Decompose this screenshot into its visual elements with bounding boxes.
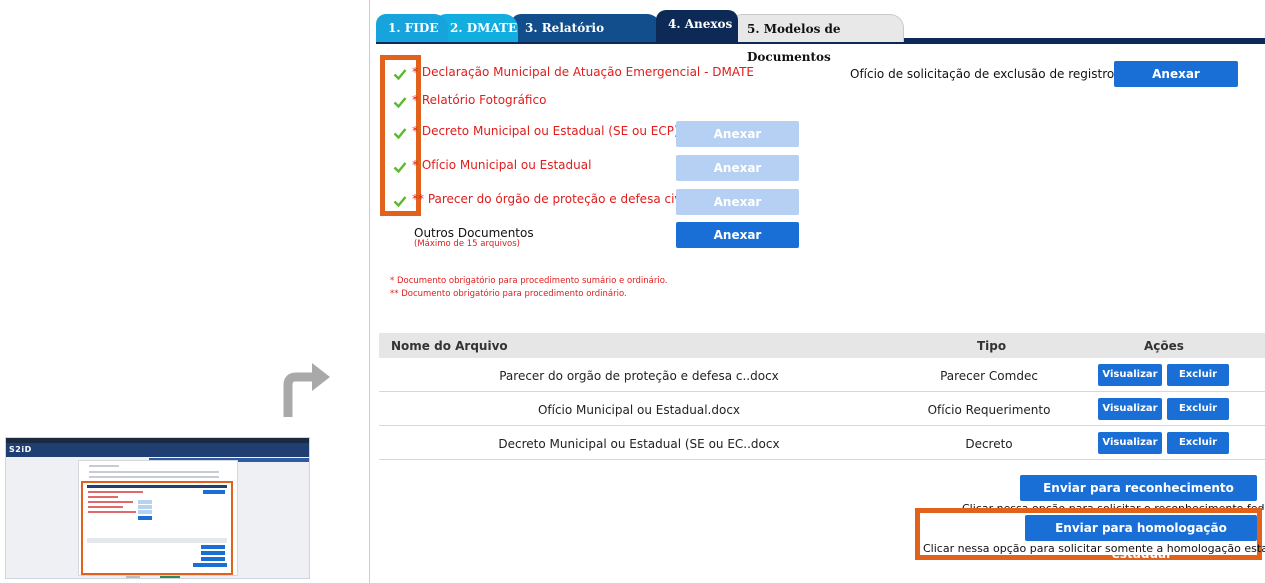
thumbnail-footer-logo <box>160 576 180 578</box>
thumbnail-line <box>89 465 119 467</box>
tab-modelos-documentos[interactable]: 5. Modelos de Documentos <box>732 14 904 64</box>
thumbnail-logo: S2iD <box>9 445 32 454</box>
doc-oficio-text: Ofício Municipal ou Estadual <box>421 158 592 172</box>
thumbnail-doc-row <box>88 506 123 508</box>
anexar-oficio-button[interactable]: Anexar <box>676 155 799 181</box>
thumbnail-doc-row <box>88 511 136 513</box>
page-thumbnail: S2iD <box>5 437 310 579</box>
note-required-ordinario: ** Documento obrigatório para procedimen… <box>390 289 627 299</box>
table-row: Parecer do orgão de proteção e defesa c.… <box>379 358 1265 392</box>
file-type: Decreto <box>965 437 1013 451</box>
required-marker: * <box>412 158 418 172</box>
table-row: Decreto Municipal ou Estadual (SE ou EC.… <box>379 426 1265 460</box>
thumbnail-line <box>89 471 219 473</box>
thumbnail-button <box>201 557 225 561</box>
arquivos-table: Nome do Arquivo Tipo Ações Parecer do or… <box>379 333 1265 460</box>
doc-decreto-text: Decreto Municipal ou Estadual (SE ou ECP… <box>421 124 679 138</box>
file-name: Parecer do orgão de proteção e defesa c.… <box>499 369 779 383</box>
thumbnail-button <box>201 551 225 555</box>
anexar-oficio-exclusao-button[interactable]: Anexar <box>1114 61 1238 87</box>
table-header: Nome do Arquivo Tipo Ações <box>379 333 1265 358</box>
thumbnail-doc-row <box>88 491 143 493</box>
tab-relatorio-fotografico[interactable]: 3. Relatório Fotográfico <box>511 14 661 63</box>
thumbnail-table-header <box>87 538 227 543</box>
anexar-decreto-button[interactable]: Anexar <box>676 121 799 147</box>
oficio-exclusao-label: Ofício de solicitação de exclusão de reg… <box>850 67 1115 81</box>
doc-decreto-label: * Decreto Municipal ou Estadual (SE ou E… <box>412 124 679 138</box>
doc-parecer-label: ** Parecer do órgão de proteção e defesa… <box>412 192 688 206</box>
table-row: Ofício Municipal ou Estadual.docx Ofício… <box>379 392 1265 426</box>
column-header-tipo: Tipo <box>977 339 1007 353</box>
thumbnail-highlight-frame <box>81 481 233 575</box>
doc-relatorio-label: * Relatório Fotográfico <box>412 93 546 107</box>
doc-relatorio-text: Relatório Fotográfico <box>421 93 547 107</box>
enviar-homologacao-estadual-button[interactable]: Enviar para homologação estadual <box>1025 515 1257 561</box>
thumbnail-button <box>138 505 152 509</box>
thumbnail-button <box>203 490 225 494</box>
outros-documentos-limit: (Máximo de 15 arquivos) <box>414 239 520 249</box>
tab-fide[interactable]: 1. FIDE <box>376 14 448 42</box>
file-type: Ofício Requerimento <box>927 403 1051 417</box>
estadual-hint: Clicar nessa opção para solicitar soment… <box>923 542 1265 555</box>
file-type: Parecer Comdec <box>940 369 1038 383</box>
check-icon <box>393 128 407 140</box>
thumbnail-header: S2iD <box>6 443 309 457</box>
thumbnail-tabs <box>87 485 227 488</box>
required-marker: * <box>412 93 418 107</box>
note-required-sumario: * Documento obrigatório para procediment… <box>390 276 668 286</box>
thumbnail-button <box>138 516 152 520</box>
anexar-outros-button[interactable]: Anexar <box>676 222 799 248</box>
thumbnail-doc-row <box>88 501 133 503</box>
column-header-acoes: Ações <box>1144 339 1184 353</box>
excluir-button[interactable]: Excluir <box>1167 364 1229 386</box>
thumbnail-button <box>201 545 225 549</box>
outros-documentos-label: Outros Documentos <box>414 226 534 240</box>
excluir-button[interactable]: Excluir <box>1167 432 1229 454</box>
curved-arrow-icon <box>283 363 330 417</box>
check-icon <box>393 162 407 174</box>
visualizar-button[interactable]: Visualizar <box>1098 432 1162 454</box>
thumbnail-button <box>138 500 152 504</box>
tab-anexos[interactable]: 4. Anexos <box>656 10 738 42</box>
thumbnail-line <box>89 476 219 478</box>
check-icon <box>393 196 407 208</box>
anexar-parecer-button[interactable]: Anexar <box>676 189 799 215</box>
thumbnail-doc-row <box>88 496 118 498</box>
file-name: Decreto Municipal ou Estadual (SE ou EC.… <box>498 437 780 451</box>
column-header-nome: Nome do Arquivo <box>391 339 508 353</box>
required-marker: * <box>412 65 418 79</box>
visualizar-button[interactable]: Visualizar <box>1098 364 1162 386</box>
thumbnail-button <box>138 510 152 514</box>
thumbnail-footer-logo <box>126 576 140 578</box>
check-icon <box>393 97 407 109</box>
doc-oficio-label: * Ofício Municipal ou Estadual <box>412 158 591 172</box>
visualizar-button[interactable]: Visualizar <box>1098 398 1162 420</box>
enviar-reconhecimento-federal-button[interactable]: Enviar para reconhecimento federal <box>1020 475 1257 521</box>
doc-parecer-text: Parecer do órgão de proteção e defesa ci… <box>427 192 689 206</box>
tab-dmate[interactable]: 2. DMATE <box>436 14 518 42</box>
required-marker: * <box>412 124 418 138</box>
required-marker: ** <box>412 192 424 206</box>
anexos-panel: 1. FIDE 2. DMATE 3. Relatório Fotográfic… <box>369 0 1265 583</box>
excluir-button[interactable]: Excluir <box>1167 398 1229 420</box>
thumbnail-button <box>193 563 227 567</box>
check-icon <box>393 69 407 81</box>
file-name: Ofício Municipal ou Estadual.docx <box>537 403 741 417</box>
